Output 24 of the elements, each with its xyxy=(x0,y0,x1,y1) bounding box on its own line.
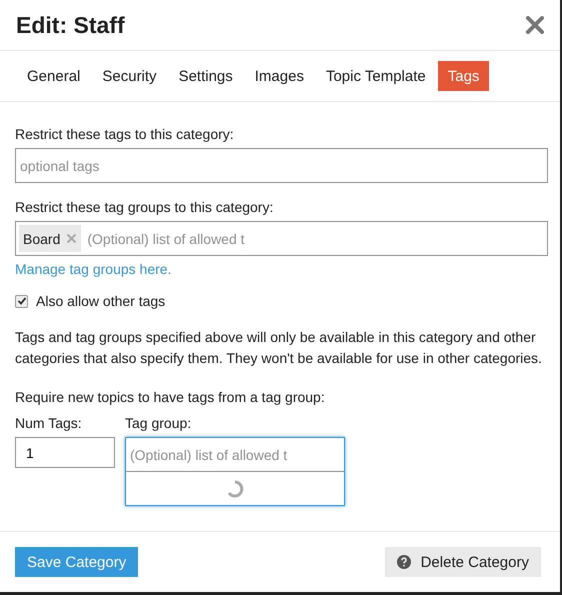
num-tags-input-field[interactable]: 1 xyxy=(15,437,115,468)
checkbox[interactable] xyxy=(15,294,28,308)
modal-title: Edit: Staff xyxy=(16,12,125,38)
tab[interactable]: Settings xyxy=(168,61,243,91)
checkbox-label: Also allow other tags xyxy=(36,293,166,309)
field-label: Restrict these tags to this category: xyxy=(15,126,235,142)
close-icon[interactable] xyxy=(526,16,544,34)
delete-category-button[interactable]: Delete Category xyxy=(384,547,541,577)
tab[interactable]: Images xyxy=(244,61,314,91)
tab[interactable]: Tags xyxy=(438,61,490,91)
tag-group-dropdown[interactable]: (Optional) list of allowed t xyxy=(125,437,345,506)
question-icon xyxy=(396,555,411,569)
tab[interactable]: Topic Template xyxy=(316,61,436,91)
tag-chip[interactable]: Board xyxy=(19,225,82,252)
field-label: Tag group: xyxy=(125,415,192,431)
field-label: Num Tags: xyxy=(15,415,83,431)
tab[interactable]: General xyxy=(17,61,90,91)
field-label: Restrict these tag groups to this category: xyxy=(15,199,274,215)
description-text: Tags and tag groups specified above will only be available in this category and other categories that also specify them. They won't be available for use in other categories. xyxy=(15,328,543,368)
spinner-icon xyxy=(226,480,244,498)
field-label: Require new topics to have tags from a tag group: xyxy=(15,389,326,405)
tags-input-field[interactable]: optional tags xyxy=(15,148,548,183)
tab[interactable]: Security xyxy=(92,61,167,91)
tag-groups-input-field[interactable]: Board (Optional) list of allowed t xyxy=(15,221,548,256)
